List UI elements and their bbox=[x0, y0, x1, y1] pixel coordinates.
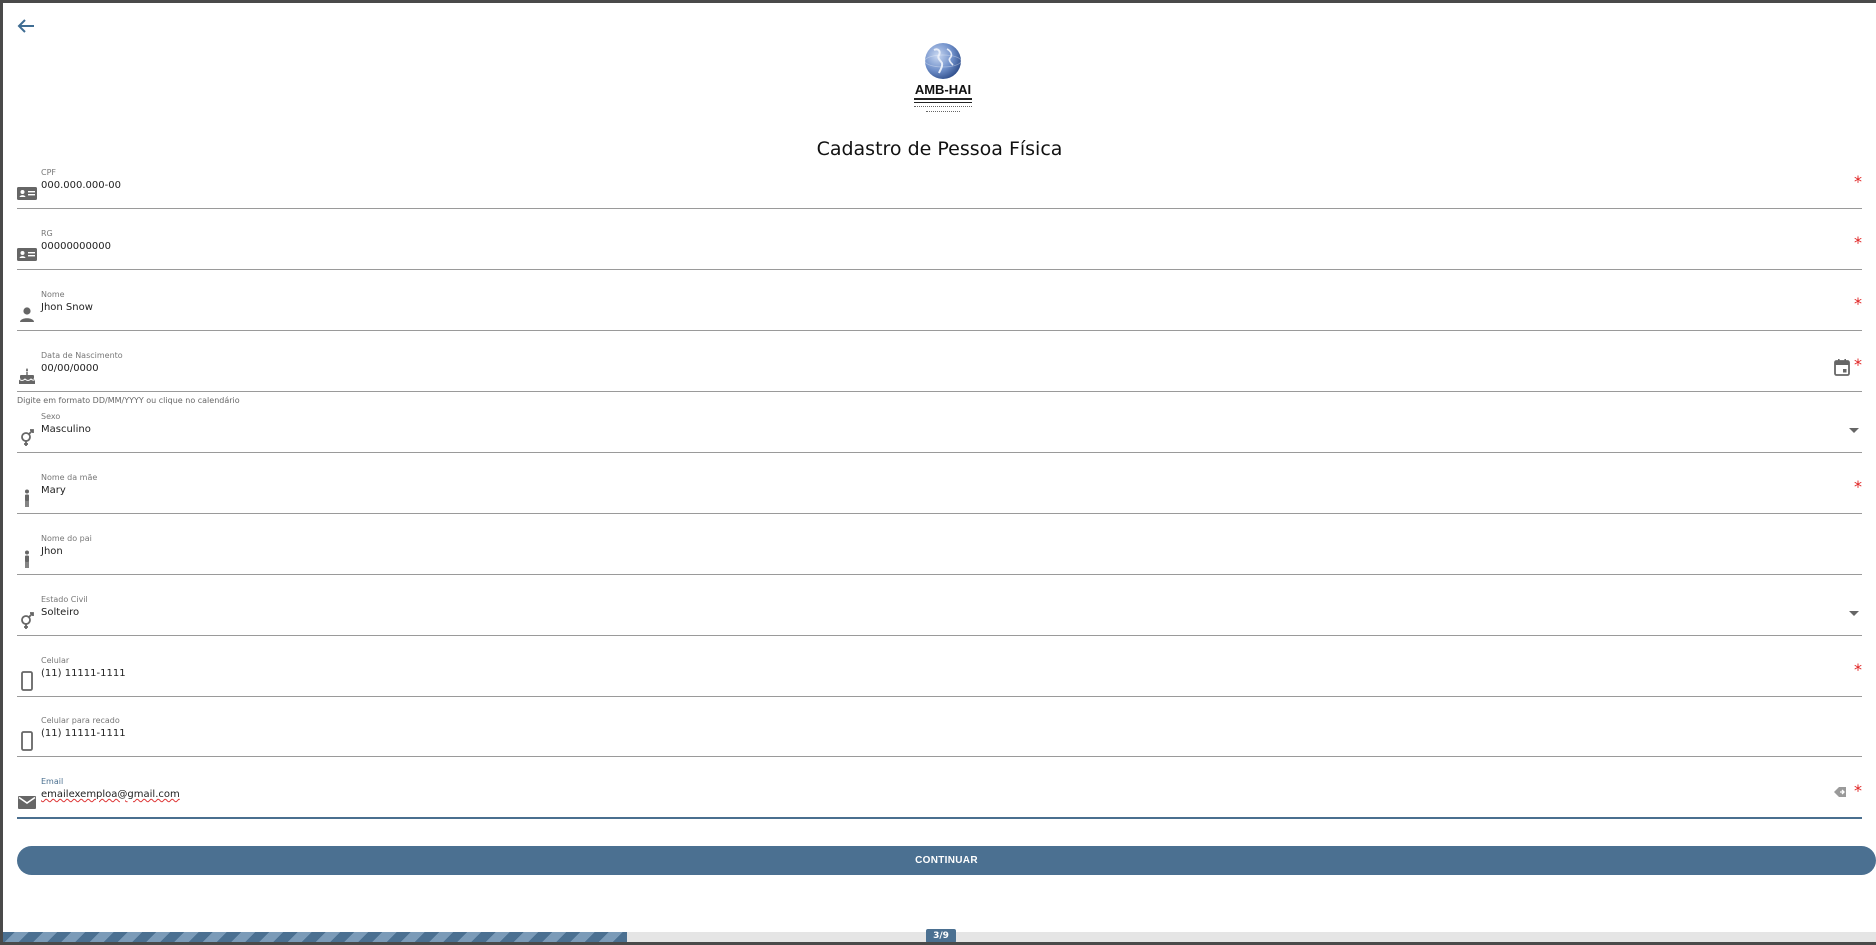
email-input[interactable]: emailexemploa@gmail.com bbox=[41, 789, 180, 800]
mae-input[interactable]: Mary bbox=[41, 485, 66, 496]
cpf-label: CPF bbox=[41, 168, 57, 177]
celular-label: Celular bbox=[41, 656, 70, 665]
nascimento-field[interactable]: Data de Nascimento 00/00/0000 * bbox=[17, 351, 1862, 392]
logo-tagline bbox=[926, 111, 960, 113]
cake-icon bbox=[18, 368, 36, 384]
required-marker: * bbox=[1854, 355, 1862, 374]
celular-recado-field[interactable]: Celular para recado (11) 11111-1111 bbox=[17, 716, 1862, 757]
celular-recado-label: Celular para recado bbox=[41, 716, 120, 725]
mae-label: Nome da mãe bbox=[41, 473, 98, 482]
globe-icon bbox=[924, 43, 962, 79]
nascimento-label: Data de Nascimento bbox=[41, 351, 123, 360]
person-standing-icon bbox=[25, 489, 29, 507]
nascimento-input[interactable]: 00/00/0000 bbox=[41, 363, 99, 374]
continue-button[interactable]: CONTINUAR bbox=[17, 846, 1876, 875]
sexo-label: Sexo bbox=[41, 412, 61, 421]
estado-civil-select[interactable]: Estado Civil Solteiro bbox=[17, 595, 1862, 636]
rg-label: RG bbox=[41, 229, 53, 238]
mae-field[interactable]: Nome da mãe Mary * bbox=[17, 473, 1862, 514]
nome-label: Nome bbox=[41, 290, 65, 299]
step-progress-fill bbox=[3, 932, 628, 942]
email-field[interactable]: Email emailexemploa@gmail.com * bbox=[17, 777, 1862, 819]
sexo-select[interactable]: Sexo Masculino bbox=[17, 412, 1862, 453]
smartphone-icon bbox=[21, 671, 33, 691]
celular-input[interactable]: (11) 11111-1111 bbox=[41, 668, 126, 679]
nascimento-helper-text: Digite em formato DD/MM/YYYY ou clique n… bbox=[17, 396, 240, 405]
logo: AMB-HAI bbox=[907, 41, 979, 117]
calendar-icon[interactable] bbox=[1834, 358, 1850, 376]
sexo-value: Masculino bbox=[41, 424, 91, 435]
person-icon bbox=[20, 307, 34, 322]
cpf-field[interactable]: CPF 000.000.000-00 * bbox=[17, 168, 1862, 209]
id-card-icon bbox=[17, 248, 37, 261]
smartphone-icon bbox=[21, 731, 33, 751]
rg-input[interactable]: 00000000000 bbox=[41, 241, 111, 252]
celular-recado-input[interactable]: (11) 11111-1111 bbox=[41, 728, 126, 739]
required-marker: * bbox=[1854, 660, 1862, 679]
mail-icon bbox=[18, 796, 36, 809]
estado-civil-label: Estado Civil bbox=[41, 595, 88, 604]
chevron-down-icon[interactable] bbox=[1848, 608, 1860, 618]
nome-field[interactable]: Nome Jhon Snow * bbox=[17, 290, 1862, 331]
required-marker: * bbox=[1854, 233, 1862, 252]
pai-input[interactable]: Jhon bbox=[41, 546, 63, 557]
required-marker: * bbox=[1854, 172, 1862, 191]
autofill-key-icon[interactable] bbox=[1832, 785, 1848, 799]
logo-tagline bbox=[914, 106, 972, 108]
app-window: AMB-HAI Cadastro de Pessoa Física CPF 00… bbox=[3, 3, 1876, 942]
celular-field[interactable]: Celular (11) 11111-1111 * bbox=[17, 656, 1862, 697]
pai-label: Nome do pai bbox=[41, 534, 92, 543]
pai-field[interactable]: Nome do pai Jhon bbox=[17, 534, 1862, 575]
cpf-input[interactable]: 000.000.000-00 bbox=[41, 180, 121, 191]
step-counter-badge: 3/9 bbox=[926, 929, 956, 942]
logo-divider bbox=[914, 98, 972, 100]
id-card-icon bbox=[17, 187, 37, 200]
gender-icon bbox=[21, 612, 34, 629]
nome-input[interactable]: Jhon Snow bbox=[41, 302, 93, 313]
required-marker: * bbox=[1854, 477, 1862, 496]
estado-civil-value: Solteiro bbox=[41, 607, 80, 618]
gender-icon bbox=[21, 429, 34, 446]
logo-text: AMB-HAI bbox=[914, 82, 972, 97]
required-marker: * bbox=[1854, 781, 1862, 800]
required-marker: * bbox=[1854, 294, 1862, 313]
back-button[interactable] bbox=[12, 12, 40, 40]
arrow-left-icon bbox=[17, 19, 34, 33]
page-title: Cadastro de Pessoa Física bbox=[816, 138, 1063, 160]
person-standing-icon bbox=[25, 550, 29, 568]
email-label: Email bbox=[41, 777, 64, 786]
logo-divider bbox=[914, 102, 972, 103]
chevron-down-icon[interactable] bbox=[1848, 425, 1860, 435]
rg-field[interactable]: RG 00000000000 * bbox=[17, 229, 1862, 270]
